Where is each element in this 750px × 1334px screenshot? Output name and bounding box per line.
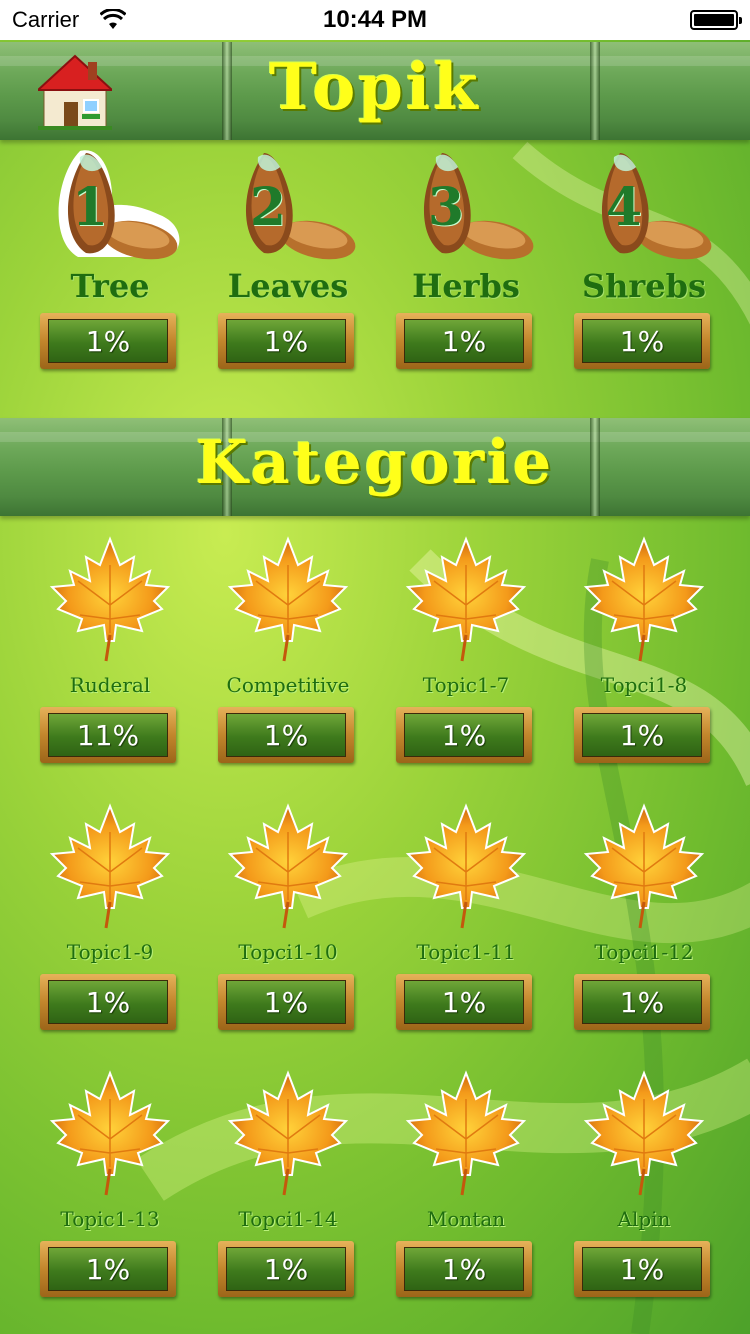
- category-item[interactable]: Alpin 1%: [574, 1069, 714, 1309]
- category-item[interactable]: Topci1-12 1%: [574, 802, 714, 1042]
- maple-leaf-icon: [227, 536, 349, 662]
- progress-badge: 1%: [396, 707, 532, 763]
- category-item[interactable]: Topci1-10 1%: [218, 802, 358, 1042]
- clock: 10:44 PM: [322, 6, 428, 33]
- battery-icon: [690, 10, 742, 30]
- topic-item[interactable]: 3 Herbs 1%: [396, 145, 536, 375]
- maple-leaf-icon: [405, 1070, 527, 1196]
- topik-header: Topik: [0, 42, 750, 140]
- maple-leaf-icon: [583, 803, 705, 929]
- topic-label: Leaves: [227, 267, 349, 305]
- category-label: Topci1-8: [600, 673, 688, 697]
- progress-badge: 1%: [40, 313, 176, 369]
- category-label: Ruderal: [69, 673, 151, 697]
- progress-badge: 1%: [218, 313, 354, 369]
- progress-value: 1%: [404, 713, 524, 757]
- category-label: Alpin: [617, 1207, 671, 1231]
- topic-item[interactable]: 1 Tree 1%: [40, 145, 180, 375]
- category-label: Topci1-10: [238, 940, 338, 964]
- progress-badge: 1%: [40, 1241, 176, 1297]
- progress-badge: 1%: [574, 1241, 710, 1297]
- category-item[interactable]: Topci1-14 1%: [218, 1069, 358, 1309]
- progress-badge: 11%: [40, 707, 176, 763]
- maple-leaf-icon: [405, 536, 527, 662]
- category-item[interactable]: Topic1-13 1%: [40, 1069, 180, 1309]
- kategorie-header: Kategorie: [0, 418, 750, 516]
- progress-badge: 1%: [574, 707, 710, 763]
- progress-value: 11%: [48, 713, 168, 757]
- progress-value: 1%: [582, 980, 702, 1024]
- category-label: Topic1-9: [66, 940, 154, 964]
- maple-leaf-icon: [405, 803, 527, 929]
- category-item[interactable]: Topic1-11 1%: [396, 802, 536, 1042]
- progress-badge: 1%: [574, 313, 710, 369]
- progress-badge: 1%: [218, 707, 354, 763]
- section-title: Kategorie: [195, 428, 555, 498]
- category-label: Competitive: [226, 673, 350, 697]
- progress-value: 1%: [226, 713, 346, 757]
- seed-number: 3: [427, 177, 465, 238]
- status-bar: Carrier 10:44 PM: [0, 0, 750, 40]
- category-item[interactable]: Topic1-7 1%: [396, 535, 536, 775]
- topic-label: Herbs: [412, 267, 520, 305]
- category-label: Montan: [426, 1207, 506, 1231]
- progress-value: 1%: [404, 980, 524, 1024]
- category-item[interactable]: Competitive 1%: [218, 535, 358, 775]
- progress-badge: 1%: [396, 1241, 532, 1297]
- maple-leaf-icon: [583, 1070, 705, 1196]
- progress-badge: 1%: [218, 974, 354, 1030]
- progress-value: 1%: [582, 319, 702, 363]
- progress-badge: 1%: [396, 974, 532, 1030]
- progress-badge: 1%: [396, 313, 532, 369]
- progress-value: 1%: [226, 319, 346, 363]
- category-item[interactable]: Ruderal 11%: [40, 535, 180, 775]
- page-title: Topik: [269, 50, 481, 125]
- progress-value: 1%: [582, 713, 702, 757]
- progress-value: 1%: [48, 980, 168, 1024]
- progress-value: 1%: [226, 1247, 346, 1291]
- category-item[interactable]: Topic1-9 1%: [40, 802, 180, 1042]
- seed-number: 4: [605, 177, 643, 238]
- category-label: Topci1-14: [238, 1207, 338, 1231]
- category-label: Topic1-7: [422, 673, 510, 697]
- topic-item[interactable]: 4 Shrebs 1%: [574, 145, 714, 375]
- category-label: Topic1-13: [60, 1207, 160, 1231]
- progress-value: 1%: [48, 1247, 168, 1291]
- topic-label: Tree: [70, 267, 150, 305]
- topic-label: Shrebs: [582, 267, 706, 305]
- category-item[interactable]: Topci1-8 1%: [574, 535, 714, 775]
- category-label: Topci1-12: [594, 940, 694, 964]
- maple-leaf-icon: [583, 536, 705, 662]
- maple-leaf-icon: [227, 1070, 349, 1196]
- progress-value: 1%: [226, 980, 346, 1024]
- progress-badge: 1%: [218, 1241, 354, 1297]
- maple-leaf-icon: [227, 803, 349, 929]
- seed-number: 1: [71, 177, 109, 238]
- progress-value: 1%: [582, 1247, 702, 1291]
- category-item[interactable]: Montan 1%: [396, 1069, 536, 1309]
- category-label: Topic1-11: [416, 940, 516, 964]
- maple-leaf-icon: [49, 536, 171, 662]
- maple-leaf-icon: [49, 1070, 171, 1196]
- progress-badge: 1%: [574, 974, 710, 1030]
- maple-leaf-icon: [49, 803, 171, 929]
- progress-value: 1%: [404, 319, 524, 363]
- progress-badge: 1%: [40, 974, 176, 1030]
- seed-number: 2: [249, 177, 287, 238]
- progress-value: 1%: [48, 319, 168, 363]
- progress-value: 1%: [404, 1247, 524, 1291]
- topic-item[interactable]: 2 Leaves 1%: [218, 145, 358, 375]
